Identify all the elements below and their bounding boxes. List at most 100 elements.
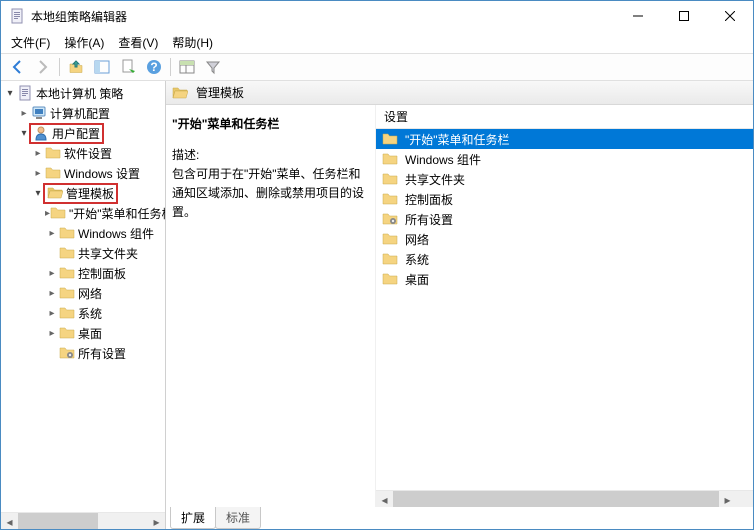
list-item[interactable]: 系统 [376,249,753,269]
expand-icon[interactable]: ▸ [31,168,45,179]
tree-label: 用户配置 [52,125,100,142]
tree-label: 软件设置 [64,145,112,162]
tree-label: 系统 [78,305,102,322]
list-item[interactable]: 桌面 [376,269,753,289]
list-item-label: 桌面 [405,271,429,288]
up-button[interactable] [64,55,88,79]
toolbar: ? [1,53,753,81]
tree-win-components[interactable]: ▸ Windows 组件 [1,223,165,243]
menu-action[interactable]: 操作(A) [58,32,110,53]
folder-icon [382,131,398,147]
main-area: ▾ 本地计算机 策略 ▸ 计算机配置 ▾ 用户配置 ▸ 软件设置 [1,81,753,529]
tree-label: 管理模板 [66,185,114,202]
list-item-label: 共享文件夹 [405,171,465,188]
scroll-right-icon[interactable]: ▸ [719,491,736,507]
app-icon [9,8,25,24]
filter-button[interactable] [201,55,225,79]
list-item[interactable]: 控制面板 [376,189,753,209]
folder-icon [59,325,75,341]
tree-network[interactable]: ▸ 网络 [1,283,165,303]
menu-view[interactable]: 查看(V) [112,32,164,53]
folder-icon [59,225,75,241]
column-label: 设置 [384,108,408,125]
list-item[interactable]: 共享文件夹 [376,169,753,189]
list-item[interactable]: "开始"菜单和任务栏 [376,129,753,149]
close-button[interactable] [707,1,753,31]
maximize-button[interactable] [661,1,707,31]
scroll-right-icon[interactable]: ▸ [148,513,165,529]
list-item-label: 网络 [405,231,429,248]
expand-icon[interactable]: ▸ [45,228,59,239]
scroll-thumb[interactable] [393,491,719,507]
gear-folder-icon [59,345,75,361]
tree-label: "开始"菜单和任务栏 [69,205,165,222]
expand-icon[interactable]: ▸ [45,288,59,299]
computer-icon [31,105,47,121]
tree-root[interactable]: ▾ 本地计算机 策略 [1,83,165,103]
expand-icon[interactable]: ▸ [17,108,31,119]
forward-button[interactable] [31,55,55,79]
detail-body: "开始"菜单和任务栏 描述: 包含可用于在"开始"菜单、任务栏和通知区域添加、删… [166,105,753,507]
list-item[interactable]: Windows 组件 [376,149,753,169]
detail-tabs: 扩展 标准 [166,507,753,529]
expand-icon[interactable]: ▸ [45,268,59,279]
tree-shared-folders[interactable]: 共享文件夹 [1,243,165,263]
tree-user-config[interactable]: ▾ 用户配置 [1,123,165,143]
tree-admin-templates[interactable]: ▾ 管理模板 [1,183,165,203]
tree-label: 共享文件夹 [78,245,138,262]
expand-icon[interactable]: ▸ [45,328,59,339]
list-item[interactable]: 所有设置 [376,209,753,229]
scroll-thumb[interactable] [18,513,98,529]
detail-scrollbar[interactable]: ◂ ▸ [376,490,753,507]
tree-label: 本地计算机 策略 [36,85,123,102]
highlight-box: 管理模板 [43,183,118,204]
title-bar: 本地组策略编辑器 [1,1,753,31]
tab-standard[interactable]: 标准 [215,507,261,529]
gear-folder-icon [382,211,398,227]
tab-extended[interactable]: 扩展 [170,507,216,529]
details-view-button[interactable] [175,55,199,79]
tree-scrollbar[interactable]: ◂ ▸ [1,512,165,529]
scroll-left-icon[interactable]: ◂ [1,513,18,529]
menu-help[interactable]: 帮助(H) [166,32,219,53]
tree-windows-settings[interactable]: ▸ Windows 设置 [1,163,165,183]
tree-label: 桌面 [78,325,102,342]
tab-label: 扩展 [181,511,205,525]
list-item-label: Windows 组件 [405,151,481,168]
svg-text:?: ? [150,60,157,74]
help-button[interactable]: ? [142,55,166,79]
folder-icon [382,271,398,287]
tree-start-taskbar[interactable]: ▸ "开始"菜单和任务栏 [1,203,165,223]
folder-icon [382,191,398,207]
show-hide-tree-button[interactable] [90,55,114,79]
tree-desktop[interactable]: ▸ 桌面 [1,323,165,343]
expand-icon[interactable]: ▸ [45,308,59,319]
expand-icon[interactable]: ▸ [31,148,45,159]
back-button[interactable] [5,55,29,79]
list-item[interactable]: 网络 [376,229,753,249]
description-label: 描述: [172,146,365,163]
tree-label: Windows 设置 [64,165,140,182]
tree-label: 计算机配置 [50,105,110,122]
menu-file[interactable]: 文件(F) [5,32,56,53]
list-item-label: 所有设置 [405,211,453,228]
expand-icon[interactable]: ▾ [3,88,17,99]
tree-system[interactable]: ▸ 系统 [1,303,165,323]
tree-software-settings[interactable]: ▸ 软件设置 [1,143,165,163]
tree-all-settings[interactable]: 所有设置 [1,343,165,363]
detail-header: 管理模板 [166,81,753,105]
list-column-header[interactable]: 设置 [376,105,753,129]
tree[interactable]: ▾ 本地计算机 策略 ▸ 计算机配置 ▾ 用户配置 ▸ 软件设置 [1,83,165,512]
list-area[interactable]: "开始"菜单和任务栏 Windows 组件共享文件夹控制面板所有设置网络系统桌面 [376,129,753,490]
detail-pane: 管理模板 "开始"菜单和任务栏 描述: 包含可用于在"开始"菜单、任务栏和通知区… [166,81,753,529]
minimize-button[interactable] [615,1,661,31]
description-text: 包含可用于在"开始"菜单、任务栏和通知区域添加、删除或禁用项目的设置。 [172,165,365,223]
scroll-left-icon[interactable]: ◂ [376,491,393,507]
tree-control-panel[interactable]: ▸ 控制面板 [1,263,165,283]
folder-open-icon [172,85,188,101]
export-button[interactable] [116,55,140,79]
tree-pane: ▾ 本地计算机 策略 ▸ 计算机配置 ▾ 用户配置 ▸ 软件设置 [1,81,166,529]
tree-label: Windows 组件 [78,225,154,242]
detail-heading: "开始"菜单和任务栏 [172,115,365,132]
tree-computer-config[interactable]: ▸ 计算机配置 [1,103,165,123]
